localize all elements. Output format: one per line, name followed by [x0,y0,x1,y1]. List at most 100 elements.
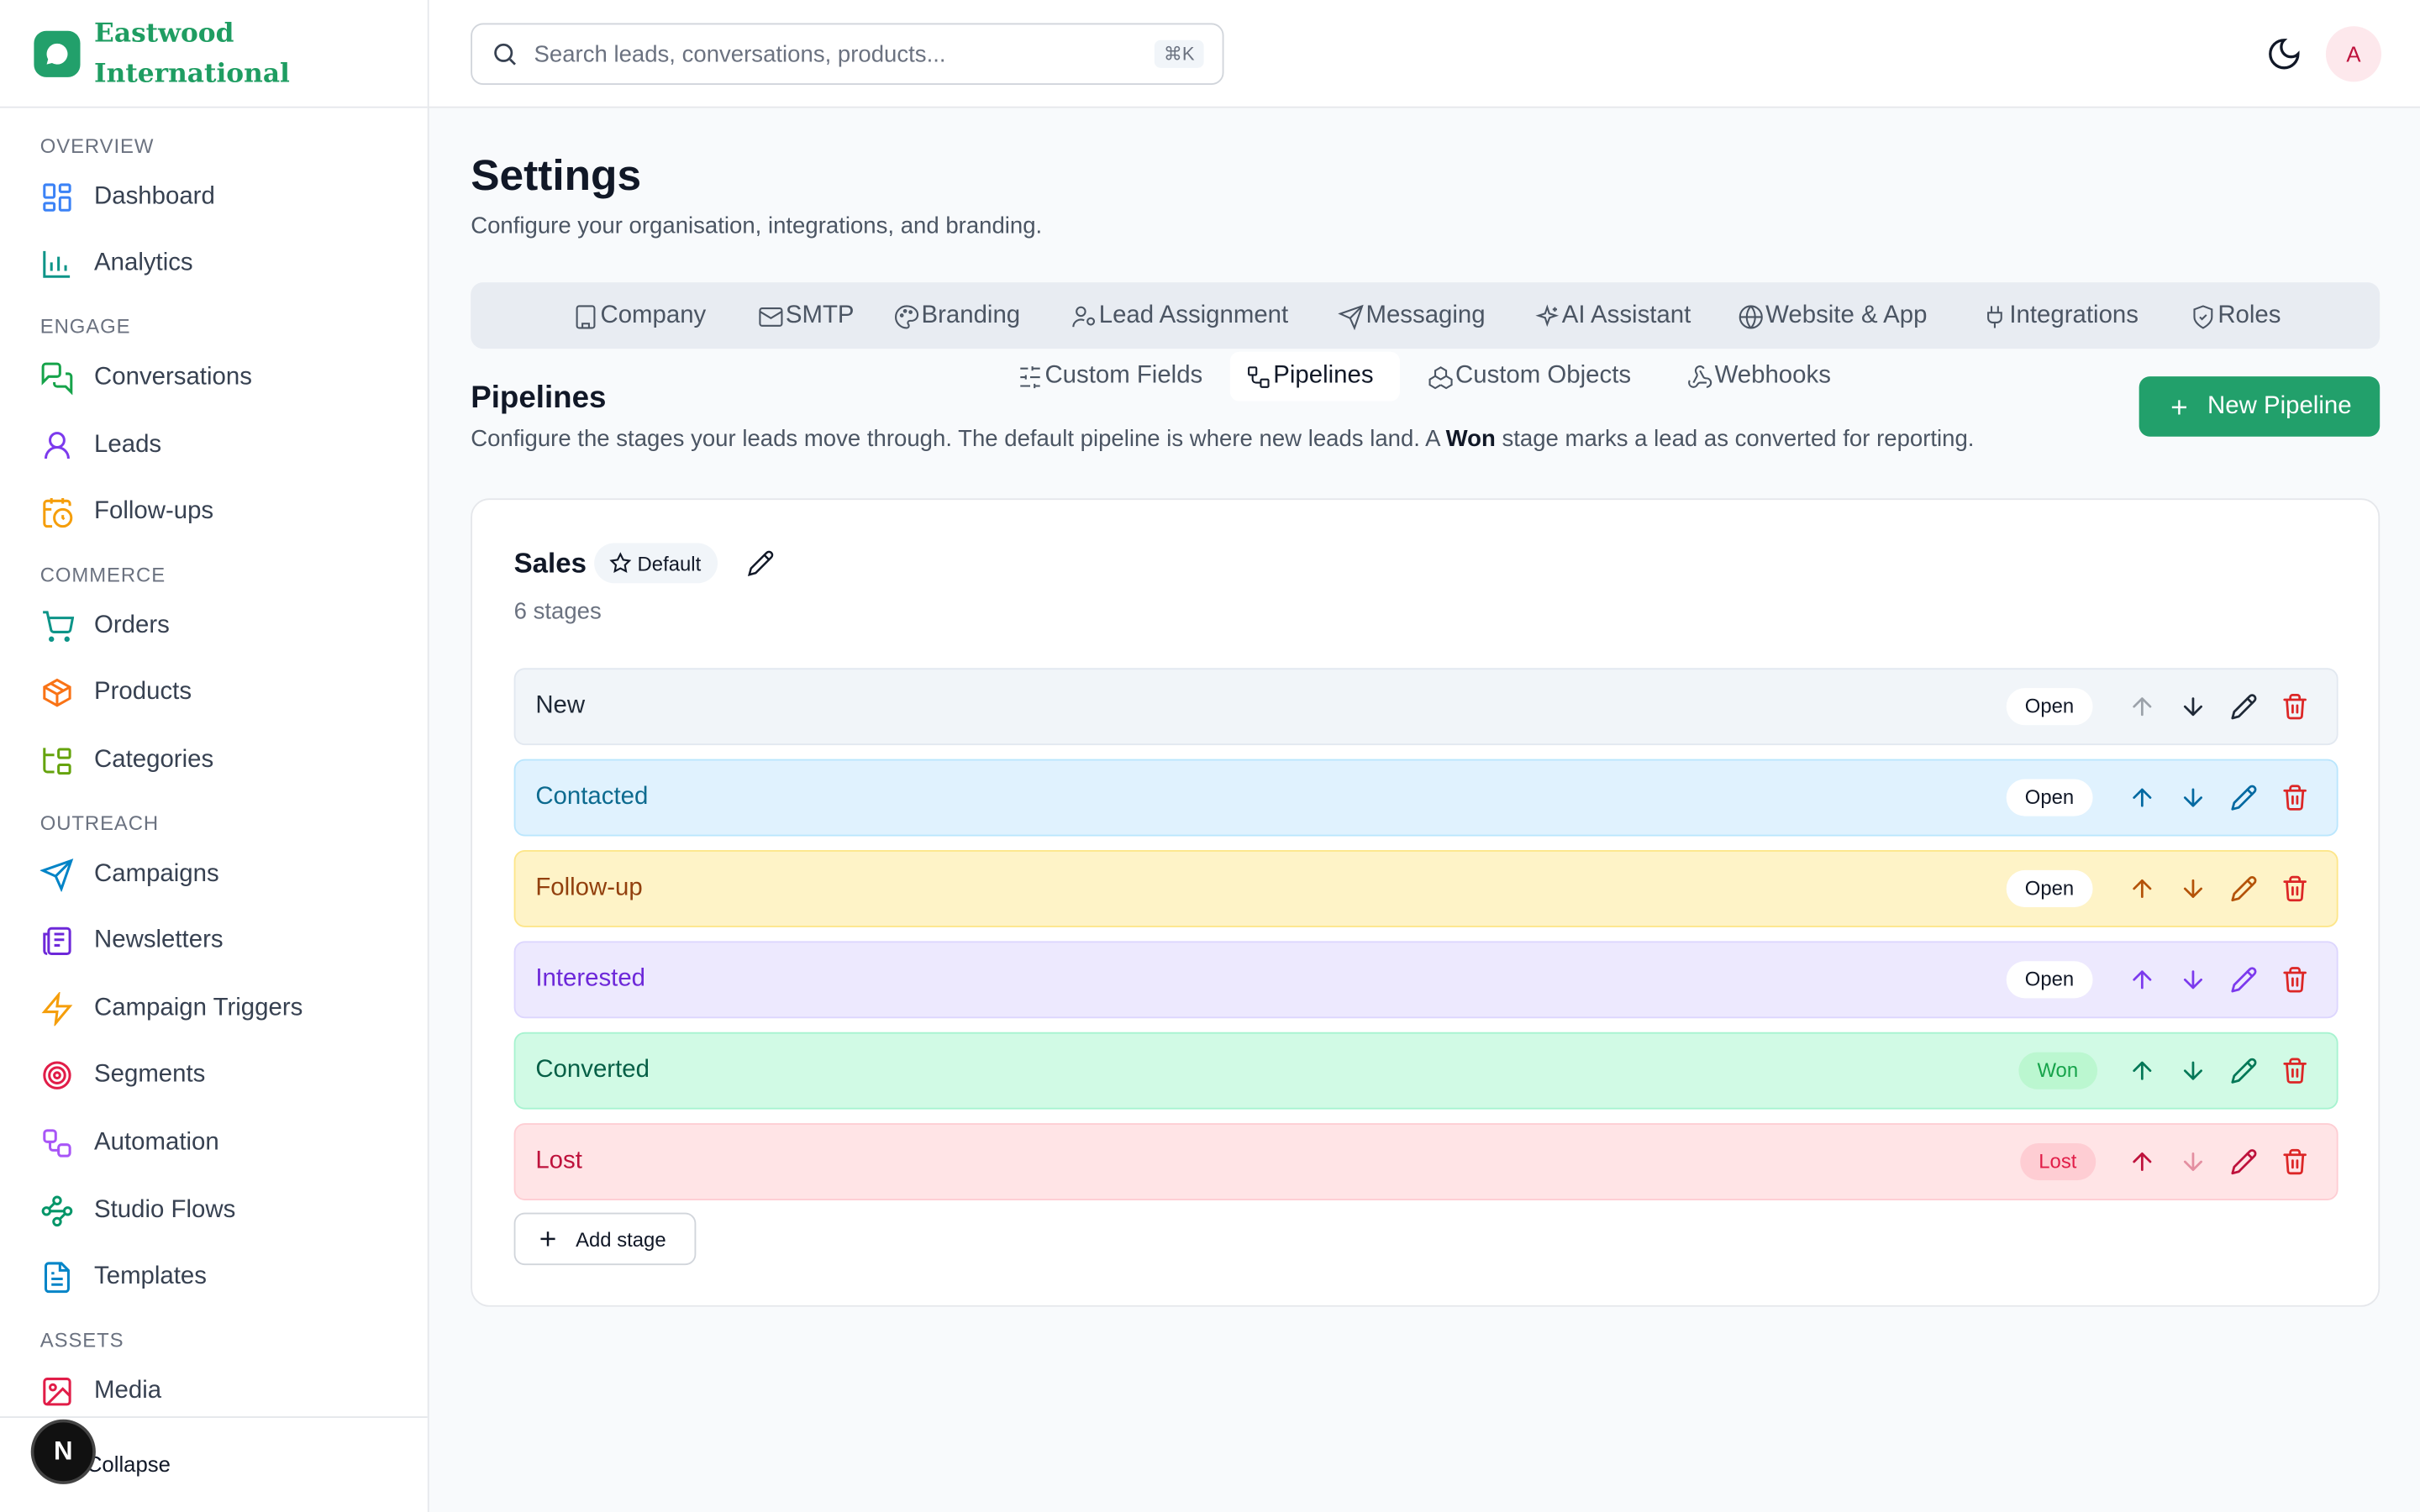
tab-integrations[interactable]: Integrations [1966,291,2154,341]
move-up-icon[interactable] [2128,874,2156,902]
brand[interactable]: Eastwood International [0,0,428,108]
tab-company[interactable]: Company [557,291,722,341]
stage-row: Follow-up Open [513,850,2338,927]
move-down-icon[interactable] [2179,1057,2207,1084]
stage-name: Follow-up [535,874,643,901]
delete-stage-icon[interactable] [2281,1148,2309,1176]
sparkles-icon [1535,303,1560,327]
nav-section-commerce: COMMERCE [39,563,166,586]
sidebar-item-label: Follow-ups [94,498,214,525]
sidebar-item-label: Orders [94,612,170,638]
newspaper-icon [43,927,71,956]
search-input[interactable] [534,40,1155,67]
calendar-clock-icon [43,498,73,528]
move-down-icon[interactable] [2179,1148,2207,1176]
add-stage-button[interactable]: Add stage [513,1212,697,1266]
edit-pipeline-icon[interactable] [747,549,775,577]
edit-stage-icon[interactable] [2230,874,2258,902]
sidebar-item-conversations[interactable]: Conversations [0,344,428,412]
tab-label: Website & App [1765,302,1928,329]
tab-label: Integrations [2009,302,2139,329]
moon-icon[interactable] [2265,35,2302,72]
edit-stage-icon[interactable] [2230,966,2258,994]
tab-custom-fields[interactable]: Custom Fields [1002,352,1218,402]
globe-icon [1739,304,1763,328]
sidebar-item-dashboard[interactable]: Dashboard [0,164,428,231]
tab-messaging[interactable]: Messaging [1323,291,1501,341]
tab-ai-assistant[interactable]: AI Assistant [1518,291,1706,341]
sidebar-item-templates[interactable]: Templates [0,1244,428,1311]
tab-branding[interactable]: Branding [878,291,1035,341]
delete-stage-icon[interactable] [2281,1057,2309,1084]
move-up-icon[interactable] [2128,966,2156,994]
sidebar-item-leads[interactable]: Leads [0,412,428,479]
sidebar-item-automation[interactable]: Automation [0,1110,428,1177]
edit-stage-icon[interactable] [2230,1057,2258,1084]
plug-icon [1987,305,2002,328]
move-up-icon[interactable] [2128,784,2156,811]
send-icon [39,858,74,891]
tab-label: Company [600,302,707,329]
new-pipeline-button[interactable]: New Pipeline [2139,376,2381,437]
sidebar-item-products[interactable]: Products [0,659,428,727]
stage-status-badge: Open [2006,961,2093,999]
nav-section-assets: ASSETS [39,1328,124,1352]
tab-label: Custom Fields [1044,362,1203,389]
tab-smtp[interactable]: SMTP [742,291,869,341]
delete-stage-icon[interactable] [2281,784,2309,811]
avatar[interactable]: A [2325,26,2382,82]
move-down-icon[interactable] [2179,693,2207,721]
target-icon [43,1062,71,1090]
delete-stage-icon[interactable] [2281,966,2309,994]
sidebar-item-newsletters[interactable]: Newsletters [0,908,428,975]
delete-stage-icon[interactable] [2281,874,2309,902]
delete-stage-icon[interactable] [2281,693,2309,721]
move-up-icon[interactable] [2128,1148,2156,1176]
sidebar-item-campaigns[interactable]: Campaigns [0,841,428,908]
tab-lead-assignment[interactable]: Lead Assignment [1055,291,1303,341]
tab-website-app[interactable]: Website & App [1723,291,1943,341]
stage-row: Converted Won [513,1032,2338,1110]
move-down-icon[interactable] [2179,784,2207,811]
edit-stage-icon[interactable] [2230,784,2258,811]
tab-webhooks[interactable]: Webhooks [1671,352,1846,402]
move-up-icon[interactable] [2128,693,2156,721]
sidebar-item-label: Conversations [94,364,252,391]
stage-name: Interested [535,965,646,992]
pipeline-name: Sales [513,548,587,579]
sidebar-item-analytics[interactable]: Analytics [0,231,428,298]
user-icon [44,431,70,459]
zap-icon [41,991,73,1026]
nav-section-engage: ENGAGE [39,315,131,339]
section-title: Pipelines [471,381,607,416]
sliders-icon [1020,365,1040,388]
edit-stage-icon[interactable] [2230,693,2258,721]
collapse-button[interactable]: Collapse [87,1452,171,1476]
file-text-icon [44,1262,70,1294]
pipeline-icon [1248,365,1270,387]
tab-label: AI Assistant [1561,302,1691,329]
sidebar-item-campaign-triggers[interactable]: Campaign Triggers [0,975,428,1042]
sidebar-item-label: Products [94,679,192,706]
edit-stage-icon[interactable] [2230,1148,2258,1176]
stage-count: 6 stages [513,598,602,625]
sidebar-item-orders[interactable]: Orders [0,592,428,659]
sidebar-item-media[interactable]: Media [0,1357,428,1416]
move-up-icon[interactable] [2128,1057,2156,1084]
sidebar-item-categories[interactable]: Categories [0,727,428,794]
sidebar-item-label: Categories [94,746,214,774]
dev-indicator-badge[interactable]: N [30,1419,96,1484]
move-down-icon[interactable] [2179,874,2207,902]
tab-custom-objects[interactable]: Custom Objects [1413,352,1647,402]
shield-check-icon [2193,304,2213,328]
stage-status-badge: Open [2006,779,2093,816]
stage-row: New Open [513,668,2338,746]
tab-pipelines[interactable]: Pipelines [1229,351,1400,402]
sidebar-item-studio-flows[interactable]: Studio Flows [0,1177,428,1244]
tab-roles[interactable]: Roles [2175,291,2296,341]
search-box[interactable]: ⌘K [471,23,1224,86]
sidebar-item-segments[interactable]: Segments [0,1042,428,1110]
sidebar-item-followups[interactable]: Follow-ups [0,479,428,546]
image-icon [43,1377,71,1405]
move-down-icon[interactable] [2179,966,2207,994]
